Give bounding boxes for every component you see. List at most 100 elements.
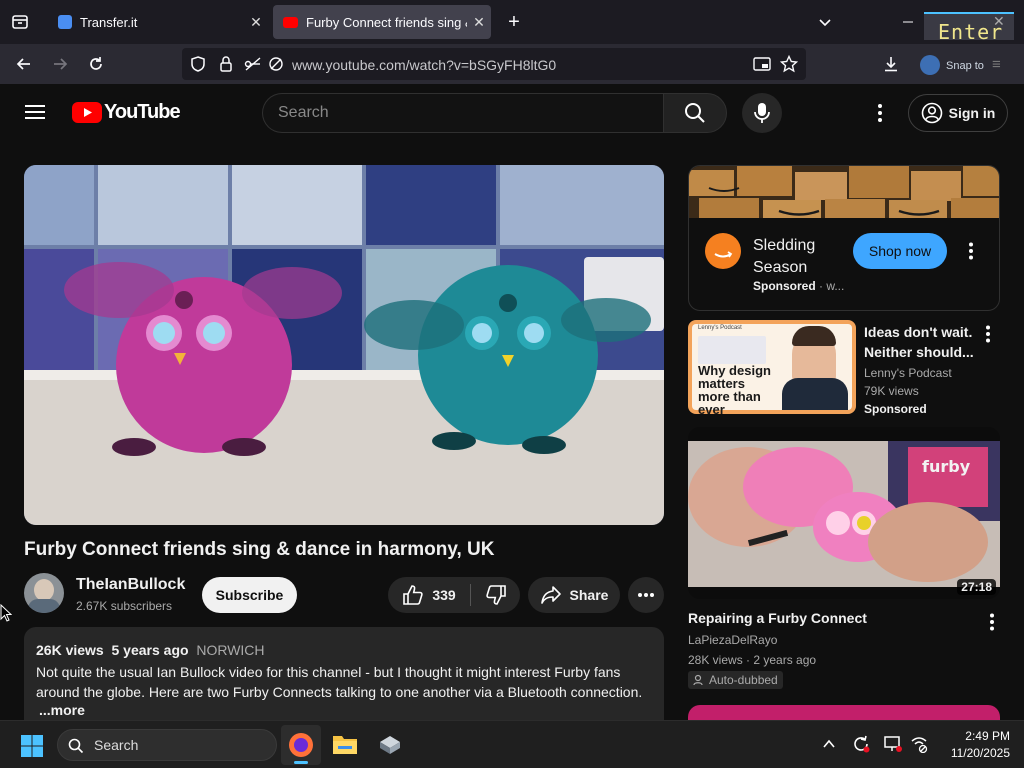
bookmark-star-icon[interactable] <box>779 54 799 78</box>
clock-time: 2:49 PM <box>965 729 1010 743</box>
close-window-icon[interactable]: ✕ <box>993 13 1005 30</box>
share-button[interactable]: Share <box>528 577 620 613</box>
recommendation-sponsored-badge: Sponsored <box>864 402 927 416</box>
recommendation-title-furby-repair[interactable]: Repairing a Furby Connect <box>688 610 867 626</box>
search-icon <box>68 738 84 754</box>
back-arrow-icon[interactable] <box>10 50 38 78</box>
dislike-button[interactable] <box>472 577 520 613</box>
ad-sponsored-label: Sponsored <box>753 279 816 293</box>
recommendation-kebab-icon[interactable] <box>986 612 998 637</box>
recommendation-views-age: 28K views · 2 years ago <box>688 653 817 667</box>
voice-icon <box>693 674 703 686</box>
thumbnail-furby-text: furby <box>922 457 971 476</box>
account-avatar-icon[interactable] <box>920 55 940 75</box>
sign-in-label: Sign in <box>948 105 996 121</box>
ad-title: Sledding Season <box>753 235 815 279</box>
description-stats: 26K views 5 years ago NORWICH <box>36 642 265 658</box>
shop-now-button[interactable]: Shop now <box>853 233 947 269</box>
shield-icon[interactable] <box>190 56 206 77</box>
recommendation-views: 79K views <box>864 384 919 398</box>
search-button[interactable] <box>663 93 727 133</box>
youtube-logo-text: YouTube <box>104 101 181 123</box>
url-bar[interactable]: www.youtube.com/watch?v=bSGyFH8ltG0 <box>182 48 806 80</box>
thumbs-down-icon <box>486 585 506 605</box>
auto-dubbed-badge: Auto-dubbed <box>688 671 783 689</box>
sign-in-button[interactable]: Sign in <box>908 94 1008 132</box>
settings-kebab-icon[interactable] <box>872 102 888 129</box>
new-tab-icon[interactable]: + <box>500 8 528 36</box>
reload-icon[interactable] <box>82 50 110 78</box>
share-label: Share <box>569 587 609 603</box>
network-disconnected-icon[interactable] <box>910 735 928 758</box>
forward-arrow-icon[interactable] <box>46 50 74 78</box>
video-player[interactable] <box>24 165 664 525</box>
downloads-icon[interactable] <box>877 50 905 78</box>
microphone-icon <box>754 103 770 123</box>
channel-avatar[interactable] <box>24 573 64 613</box>
minimize-icon[interactable] <box>894 8 922 36</box>
recommendation-channel[interactable]: LaPiezaDelRayo <box>688 633 777 647</box>
autoplay-blocked-icon[interactable] <box>268 56 284 77</box>
recommendation-thumbnail-furby-repair[interactable]: furby 27:18 <box>688 427 1000 599</box>
windows-start-icon[interactable] <box>20 734 44 763</box>
transfer-favicon-icon <box>58 15 72 29</box>
sync-icon[interactable] <box>852 735 870 758</box>
list-tabs-chevron-down-icon[interactable] <box>811 8 839 36</box>
location-tag[interactable]: NORWICH <box>196 642 264 658</box>
url-text[interactable]: www.youtube.com/watch?v=bSGyFH8ltG0 <box>292 57 556 73</box>
description-text: Not quite the usual Ian Bullock video fo… <box>36 664 643 700</box>
video-title: Furby Connect friends sing & dance in ha… <box>24 539 495 560</box>
channel-name[interactable]: TheIanBullock <box>76 576 185 594</box>
recommendation-thumbnail-next[interactable] <box>688 705 1000 720</box>
ad-title-line-1: Sledding <box>753 237 816 254</box>
duration-badge: 27:18 <box>957 579 996 595</box>
search-input[interactable]: Search <box>262 93 663 133</box>
taskbar-clock[interactable]: 2:49 PM 11/20/2025 <box>940 728 1010 762</box>
auto-dubbed-label: Auto-dubbed <box>709 673 778 687</box>
show-more-link[interactable]: ...more <box>39 702 85 718</box>
amazon-logo-icon <box>705 233 741 269</box>
description-box[interactable]: 26K views 5 years ago NORWICH Not quite … <box>24 627 664 720</box>
taskbar-firefox-button[interactable] <box>281 725 321 765</box>
recommendation-title-line-2: Neither should... <box>864 344 974 360</box>
file-explorer-icon[interactable] <box>332 733 358 760</box>
guide-menu-icon[interactable] <box>24 103 46 126</box>
thumb-text: Why design matters more than ever <box>698 363 771 414</box>
app-icon[interactable] <box>378 734 402 761</box>
share-arrow-icon <box>540 586 561 604</box>
firefox-icon <box>289 733 313 757</box>
tab-manager-icon[interactable] <box>6 8 34 36</box>
more-horizontal-icon <box>638 593 654 597</box>
subscribe-button[interactable]: Subscribe <box>202 577 297 613</box>
show-hidden-icons-chevron-up-icon[interactable] <box>822 737 836 756</box>
recommendation-title-line-1: Ideas don't wait. <box>864 324 973 340</box>
thumb-podcast-header: Lenny's Podcast <box>698 325 742 331</box>
close-tab-icon[interactable]: ✕ <box>244 14 268 31</box>
permissions-icon[interactable] <box>244 56 262 77</box>
menu-hamburger-icon[interactable]: ≡ <box>992 56 1001 73</box>
video-frame-furbies <box>24 165 664 525</box>
sponsored-ad-card[interactable]: Sledding Season Sponsored · w... Shop no… <box>688 165 1000 311</box>
voice-search-button[interactable] <box>742 93 782 133</box>
recommendation-title-lenny[interactable]: Ideas don't wait. Neither should... <box>864 322 984 362</box>
display-icon[interactable] <box>884 735 902 758</box>
close-tab-icon[interactable]: ✕ <box>467 14 491 31</box>
recommendation-channel[interactable]: Lenny's Podcast <box>864 366 952 380</box>
like-button[interactable]: 339 <box>388 577 470 613</box>
recommendation-thumbnail-lenny[interactable]: Lenny's Podcast Why design matters more … <box>688 320 856 414</box>
ad-banner-boxes-image <box>689 166 999 218</box>
clock-date: 11/20/2025 <box>950 746 1010 760</box>
youtube-page: YouTube Search Sign in Furby Connect fri… <box>0 84 1024 720</box>
ad-more-kebab-icon[interactable] <box>965 241 977 266</box>
taskbar-search-label: Search <box>94 737 139 753</box>
lock-icon[interactable] <box>218 55 234 78</box>
youtube-logo[interactable]: YouTube <box>72 101 181 124</box>
picture-in-picture-icon[interactable] <box>753 56 771 77</box>
browser-tab-bar: Transfer.it ✕ Furby Connect friends sing… <box>0 0 1024 44</box>
recommendation-kebab-icon[interactable] <box>982 324 994 349</box>
taskbar-search-box[interactable]: Search <box>57 729 277 761</box>
mouse-cursor-icon <box>0 603 13 627</box>
more-actions-button[interactable] <box>628 577 664 613</box>
tab-youtube-video[interactable]: Furby Connect friends sing & da ✕ <box>273 5 491 39</box>
tab-transfer[interactable]: Transfer.it ✕ <box>46 5 268 39</box>
